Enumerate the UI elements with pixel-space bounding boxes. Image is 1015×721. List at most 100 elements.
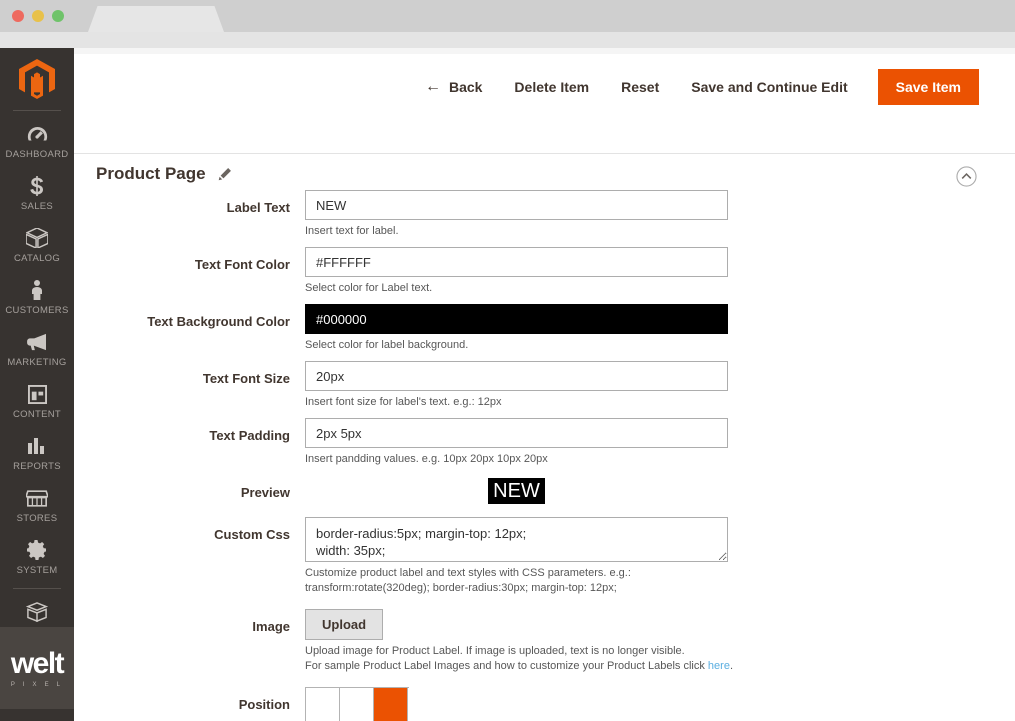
storefront-icon — [25, 487, 49, 509]
delete-item-button[interactable]: Delete Item — [498, 71, 605, 103]
field-hint: Customize product label and text styles … — [305, 566, 775, 596]
label-text-input[interactable] — [305, 190, 728, 220]
field-custom-css: Custom Css border-radius:5px; margin-top… — [74, 517, 1015, 609]
image-hint-line2-pre: For sample Product Label Images and how … — [305, 660, 708, 672]
image-hint-line2-post: . — [730, 660, 733, 672]
reset-button[interactable]: Reset — [605, 71, 675, 103]
person-icon — [25, 279, 49, 301]
magento-logo-icon — [19, 59, 55, 99]
text-font-size-input[interactable] — [305, 361, 728, 391]
sidebar-item-customers[interactable]: CUSTOMERS — [0, 271, 74, 323]
back-button-label: Back — [449, 79, 482, 95]
position-cell-2[interactable] — [374, 688, 408, 721]
sidebar-divider-lower — [13, 588, 61, 589]
sidebar-item-label: MARKETING — [7, 357, 66, 368]
field-control-cell: Insert text for label. — [305, 190, 775, 247]
sidebar-item-content[interactable]: CONTENT — [0, 375, 74, 427]
field-preview: Preview NEW — [74, 475, 1015, 517]
field-position: Position — [74, 687, 1015, 721]
preview-area: NEW — [305, 475, 728, 504]
chevron-up-circle-icon[interactable] — [956, 166, 977, 187]
field-text-padding: Text Padding Insert pandding values. e.g… — [74, 418, 1015, 475]
box-icon — [25, 227, 49, 249]
text-padding-input[interactable] — [305, 418, 728, 448]
here-link[interactable]: here — [708, 660, 730, 672]
field-hint: Insert font size for label's text. e.g.:… — [305, 395, 775, 410]
field-hint: Select color for label background. — [305, 338, 775, 353]
field-label: Label Text — [227, 200, 290, 215]
text-font-color-input[interactable] — [305, 247, 728, 277]
brand-name: welt — [11, 649, 63, 679]
page-title: Product Page — [96, 164, 206, 184]
page-top-strip — [74, 48, 1015, 54]
sidebar-item-sales[interactable]: SALES — [0, 167, 74, 219]
field-control-cell: Select color for label background. — [305, 304, 775, 361]
maximize-window-button[interactable] — [52, 10, 64, 22]
field-hint: Upload image for Product Label. If image… — [305, 644, 775, 674]
position-cell-1[interactable] — [340, 688, 374, 721]
field-label-cell: Position — [74, 687, 305, 721]
field-text-font-color: Text Font Color Select color for Label t… — [74, 247, 1015, 304]
field-label: Text Font Color — [195, 257, 290, 272]
sidebar-item-dashboard[interactable]: DASHBOARD — [0, 115, 74, 167]
field-label-cell: Image — [74, 609, 305, 687]
magento-logo[interactable] — [0, 48, 74, 104]
minimize-window-button[interactable] — [32, 10, 44, 22]
sidebar-item-marketing[interactable]: MARKETING — [0, 323, 74, 375]
field-label-cell: Preview — [74, 475, 305, 517]
close-window-button[interactable] — [12, 10, 24, 22]
field-label: Position — [239, 697, 290, 712]
megaphone-icon — [25, 331, 49, 353]
sidebar-item-catalog[interactable]: CATALOG — [0, 219, 74, 271]
field-text-background-color: Text Background Color Select color for l… — [74, 304, 1015, 361]
field-control-cell: NEW — [305, 475, 775, 517]
sidebar-item-label: CUSTOMERS — [5, 305, 68, 316]
main-content: ← Back Delete Item Reset Save and Contin… — [74, 48, 1015, 721]
field-hint: Insert text for label. — [305, 224, 775, 239]
upload-button[interactable]: Upload — [305, 609, 383, 640]
browser-tab[interactable] — [88, 6, 224, 32]
field-control-cell: Upload Upload image for Product Label. I… — [305, 609, 775, 687]
custom-css-hint-line2: transform:rotate(320deg); border-radius:… — [305, 582, 617, 594]
section-title-row: Product Page — [96, 164, 232, 184]
field-label-cell: Custom Css — [74, 517, 305, 609]
sidebar-item-label: SYSTEM — [17, 565, 58, 576]
field-label: Custom Css — [214, 527, 290, 542]
section-divider — [74, 153, 1015, 154]
weltpixel-brand-logo[interactable]: welt P I X E L — [0, 627, 74, 709]
field-image: Image Upload Upload image for Product La… — [74, 609, 1015, 687]
position-grid — [305, 687, 409, 721]
save-item-button[interactable]: Save Item — [878, 69, 979, 105]
custom-css-textarea[interactable]: border-radius:5px; margin-top: 12px; wid… — [305, 517, 728, 562]
field-label-text: Label Text Insert text for label. — [74, 190, 1015, 247]
field-control-cell: Insert font size for label's text. e.g.:… — [305, 361, 775, 418]
position-cell-0[interactable] — [306, 688, 340, 721]
field-label: Text Padding — [209, 428, 290, 443]
sidebar-item-label: CATALOG — [14, 253, 60, 264]
window-titlebar — [0, 0, 1015, 32]
field-hint: Insert pandding values. e.g. 10px 20px 1… — [305, 452, 775, 467]
field-control-cell: border-radius:5px; margin-top: 12px; wid… — [305, 517, 775, 609]
bar-chart-icon — [25, 435, 49, 457]
field-label-cell: Text Background Color — [74, 304, 305, 361]
back-button[interactable]: ← Back — [409, 71, 498, 103]
field-hint: Select color for Label text. — [305, 281, 775, 296]
sidebar-item-label: SALES — [21, 201, 53, 212]
sidebar-item-system[interactable]: SYSTEM — [0, 531, 74, 583]
field-label-cell: Text Font Color — [74, 247, 305, 304]
text-background-color-input[interactable] — [305, 304, 728, 334]
custom-css-hint-line1: Customize product label and text styles … — [305, 567, 631, 579]
brand-subtitle: P I X E L — [11, 682, 63, 688]
pencil-icon[interactable] — [218, 167, 232, 181]
field-label: Image — [252, 619, 290, 634]
sidebar-item-label: CONTENT — [13, 409, 61, 420]
sidebar-item-reports[interactable]: REPORTS — [0, 427, 74, 479]
page-actions-toolbar: ← Back Delete Item Reset Save and Contin… — [409, 69, 979, 105]
save-and-continue-edit-button[interactable]: Save and Continue Edit — [675, 71, 863, 103]
gear-icon — [25, 539, 49, 561]
field-label: Preview — [241, 485, 290, 500]
admin-sidebar: DASHBOARD SALES CATALOG CUSTOMERS — [0, 48, 74, 721]
field-text-font-size: Text Font Size Insert font size for labe… — [74, 361, 1015, 418]
preview-badge: NEW — [488, 478, 545, 504]
sidebar-item-stores[interactable]: STORES — [0, 479, 74, 531]
